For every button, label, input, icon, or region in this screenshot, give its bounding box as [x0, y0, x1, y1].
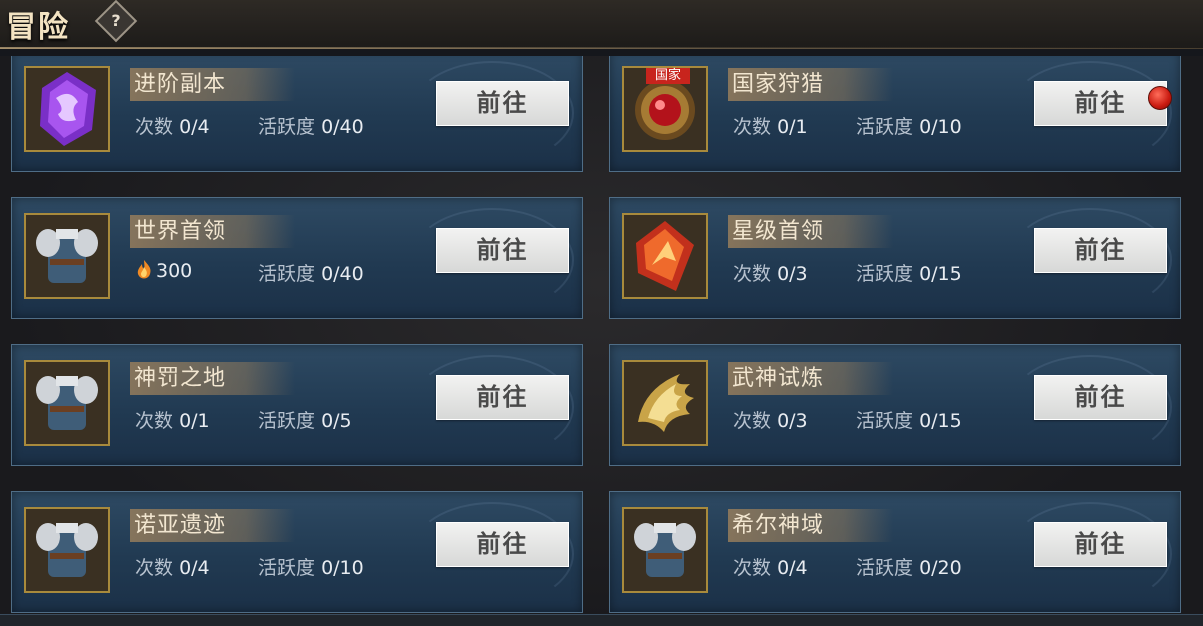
activity-stat: 活跃度 0/40: [258, 112, 364, 139]
go-button[interactable]: 前往: [436, 522, 569, 567]
attempts-value: 0/1: [777, 116, 808, 138]
go-button[interactable]: 前往: [1034, 81, 1167, 126]
bottom-border: [0, 614, 1203, 626]
activity-value: 0/15: [919, 410, 962, 432]
card-war-god-trial: 武神试炼 次数 0/3 活跃度 0/15 前往: [609, 344, 1181, 466]
go-button[interactable]: 前往: [436, 81, 569, 126]
attempts-label: 次数: [135, 557, 174, 579]
attempts-label: 次数: [733, 410, 772, 432]
armor-icon[interactable]: [622, 507, 708, 593]
card-title: 进阶副本: [134, 72, 227, 97]
activity-stat: 活跃度 0/40: [258, 259, 364, 286]
attempts-label: 次数: [733, 557, 772, 579]
activity-label: 活跃度: [856, 116, 914, 138]
armor-icon[interactable]: [24, 213, 110, 299]
attempts-value: 0/3: [777, 263, 808, 285]
card-title: 武神试炼: [732, 366, 825, 391]
card-advanced-dungeon: 进阶副本 次数 0/4 活跃度 0/40 前往: [11, 56, 583, 172]
golden-wing-icon[interactable]: [622, 360, 708, 446]
activity-label: 活跃度: [258, 557, 316, 579]
national-tag: 国家: [646, 68, 690, 84]
card-national-hunt: 国家 国家狩猎 次数 0/1 活跃度 0/10 前往: [609, 56, 1181, 172]
activity-value: 0/40: [321, 263, 364, 285]
activity-label: 活跃度: [258, 263, 316, 285]
question-mark-icon: ?: [111, 11, 121, 30]
activity-value: 0/15: [919, 263, 962, 285]
attempts-value: 0/4: [777, 557, 808, 579]
activity-stat: 活跃度 0/5: [258, 406, 352, 433]
attempts-value: 0/1: [179, 410, 210, 432]
card-hill-domain: 希尔神域 次数 0/4 活跃度 0/20 前往: [609, 491, 1181, 613]
activity-label: 活跃度: [258, 116, 316, 138]
card-title: 神罚之地: [134, 366, 227, 391]
activity-label: 活跃度: [856, 410, 914, 432]
card-noah-ruins: 诺亚遗迹 次数 0/4 活跃度 0/10 前往: [11, 491, 583, 613]
red-crystal-shard-icon[interactable]: [622, 213, 708, 299]
card-title: 希尔神域: [732, 513, 825, 538]
attempts-label: 次数: [733, 116, 772, 138]
attempts-stat: 次数 0/3: [733, 406, 808, 433]
top-bar: 冒险 ?: [0, 0, 1203, 49]
cost-stat: 300: [135, 259, 192, 282]
activity-label: 活跃度: [258, 410, 316, 432]
card-divine-punishment: 神罚之地 次数 0/1 活跃度 0/5 前往: [11, 344, 583, 466]
go-button[interactable]: 前往: [1034, 228, 1167, 273]
purple-dragon-crystal-icon[interactable]: [24, 66, 110, 152]
activity-value: 0/10: [919, 116, 962, 138]
attempts-label: 次数: [733, 263, 772, 285]
card-world-boss: 世界首领 300 活跃度 0/40 前往: [11, 197, 583, 319]
help-button[interactable]: ?: [94, 0, 138, 43]
go-button[interactable]: 前往: [1034, 375, 1167, 420]
card-title: 诺亚遗迹: [134, 513, 227, 538]
attempts-stat: 次数 0/1: [733, 112, 808, 139]
go-button[interactable]: 前往: [436, 228, 569, 273]
card-star-boss: 星级首领 次数 0/3 活跃度 0/15 前往: [609, 197, 1181, 319]
adventure-list[interactable]: 进阶副本 次数 0/4 活跃度 0/40 前往 国家 国家狩猎 次数 0/1 活…: [0, 56, 1203, 625]
attempts-label: 次数: [135, 116, 174, 138]
armor-icon[interactable]: [24, 507, 110, 593]
attempts-label: 次数: [135, 410, 174, 432]
armor-icon[interactable]: [24, 360, 110, 446]
go-button[interactable]: 前往: [1034, 522, 1167, 567]
attempts-value: 0/4: [179, 116, 210, 138]
activity-stat: 活跃度 0/10: [258, 553, 364, 580]
cost-value: 300: [156, 260, 193, 282]
go-button[interactable]: 前往: [436, 375, 569, 420]
activity-value: 0/5: [321, 410, 352, 432]
attempts-value: 0/3: [777, 410, 808, 432]
attempts-stat: 次数 0/4: [135, 553, 210, 580]
notification-dot: [1148, 86, 1172, 110]
activity-stat: 活跃度 0/20: [856, 553, 962, 580]
card-title: 星级首领: [732, 219, 825, 244]
attempts-value: 0/4: [179, 557, 210, 579]
attempts-stat: 次数 0/1: [135, 406, 210, 433]
flame-currency-icon: [137, 260, 151, 279]
card-title: 世界首领: [134, 219, 227, 244]
activity-label: 活跃度: [856, 557, 914, 579]
activity-stat: 活跃度 0/10: [856, 112, 962, 139]
attempts-stat: 次数 0/4: [135, 112, 210, 139]
attempts-stat: 次数 0/4: [733, 553, 808, 580]
activity-label: 活跃度: [856, 263, 914, 285]
page-title: 冒险: [6, 10, 70, 45]
activity-value: 0/10: [321, 557, 364, 579]
card-title: 国家狩猎: [732, 72, 825, 97]
activity-stat: 活跃度 0/15: [856, 259, 962, 286]
red-gem-emblem-icon[interactable]: 国家: [622, 66, 708, 152]
activity-value: 0/40: [321, 116, 364, 138]
activity-stat: 活跃度 0/15: [856, 406, 962, 433]
attempts-stat: 次数 0/3: [733, 259, 808, 286]
activity-value: 0/20: [919, 557, 962, 579]
